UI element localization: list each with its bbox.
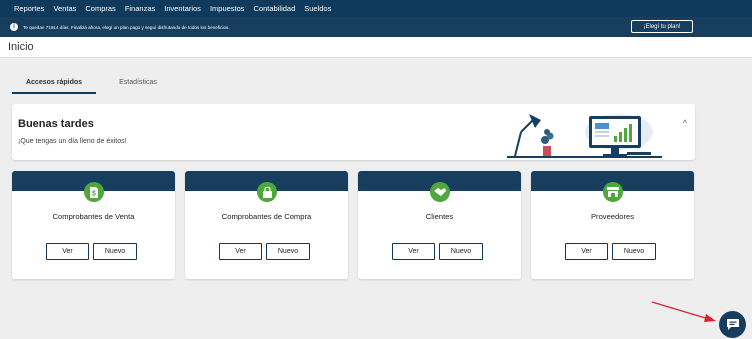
top-nav: Reportes Ventas Compras Finanzas Inventa… [0,0,752,17]
nav-item-finanzas[interactable]: Finanzas [125,4,155,13]
shopping-bag-icon [257,182,277,202]
nuevo-button[interactable]: Nuevo [93,243,137,260]
card-label: Clientes [425,212,454,221]
ver-button[interactable]: Ver [46,243,89,260]
info-icon: i [10,23,18,31]
desk-illustration-icon [507,114,662,158]
store-icon [603,182,623,202]
card-proveedores: Proveedores Ver Nuevo [531,171,694,279]
ver-button[interactable]: Ver [392,243,435,260]
nuevo-button[interactable]: Nuevo [612,243,656,260]
nav-item-impuestos[interactable]: Impuestos [210,4,245,13]
collapse-chevron-icon[interactable]: ^ [683,118,687,128]
nav-item-ventas[interactable]: Ventas [53,4,76,13]
nav-item-sueldos[interactable]: Sueldos [304,4,331,13]
trial-banner: i Te quedan 71914 días. Finalizá ahora, … [0,17,752,37]
nuevo-button[interactable]: Nuevo [439,243,483,260]
ver-button[interactable]: Ver [565,243,608,260]
red-arrow-icon [651,301,716,322]
nav-item-compras[interactable]: Compras [85,4,115,13]
page-title: Inicio [8,41,34,53]
greeting-subtitle: ¡Que tengas un día lleno de éxitos! [18,138,127,145]
svg-text:$: $ [92,190,96,197]
greeting-title: Buenas tardes [18,118,94,130]
chat-button[interactable] [719,311,746,338]
card-label: Proveedores [590,212,635,221]
handshake-icon [430,182,450,202]
title-bar: Inicio [0,37,752,58]
card-label: Comprobantes de Venta [52,212,135,221]
invoice-icon: $ [84,182,104,202]
card-label: Comprobantes de Compra [221,212,312,221]
nav-item-inventarios[interactable]: Inventarios [164,4,201,13]
card-clientes: Clientes Ver Nuevo [358,171,521,279]
chat-bubble-icon [726,319,739,330]
card-comprobantes-compra: Comprobantes de Compra Ver Nuevo [185,171,348,279]
tab-accesos-rapidos[interactable]: Accesos rápidos [12,79,96,94]
trial-message: Te quedan 71914 días. Finalizá ahora, el… [23,24,230,30]
nuevo-button[interactable]: Nuevo [266,243,310,260]
greeting-card: Buenas tardes ¡Que tengas un día lleno d… [12,104,695,160]
ver-button[interactable]: Ver [219,243,262,260]
nav-item-contabilidad[interactable]: Contabilidad [254,4,296,13]
nav-item-reportes[interactable]: Reportes [14,4,44,13]
tab-estadisticas[interactable]: Estadísticas [96,79,180,86]
choose-plan-button[interactable]: ¡Elegí tu plan! [631,20,693,33]
card-comprobantes-venta: $ Comprobantes de Venta Ver Nuevo [12,171,175,279]
